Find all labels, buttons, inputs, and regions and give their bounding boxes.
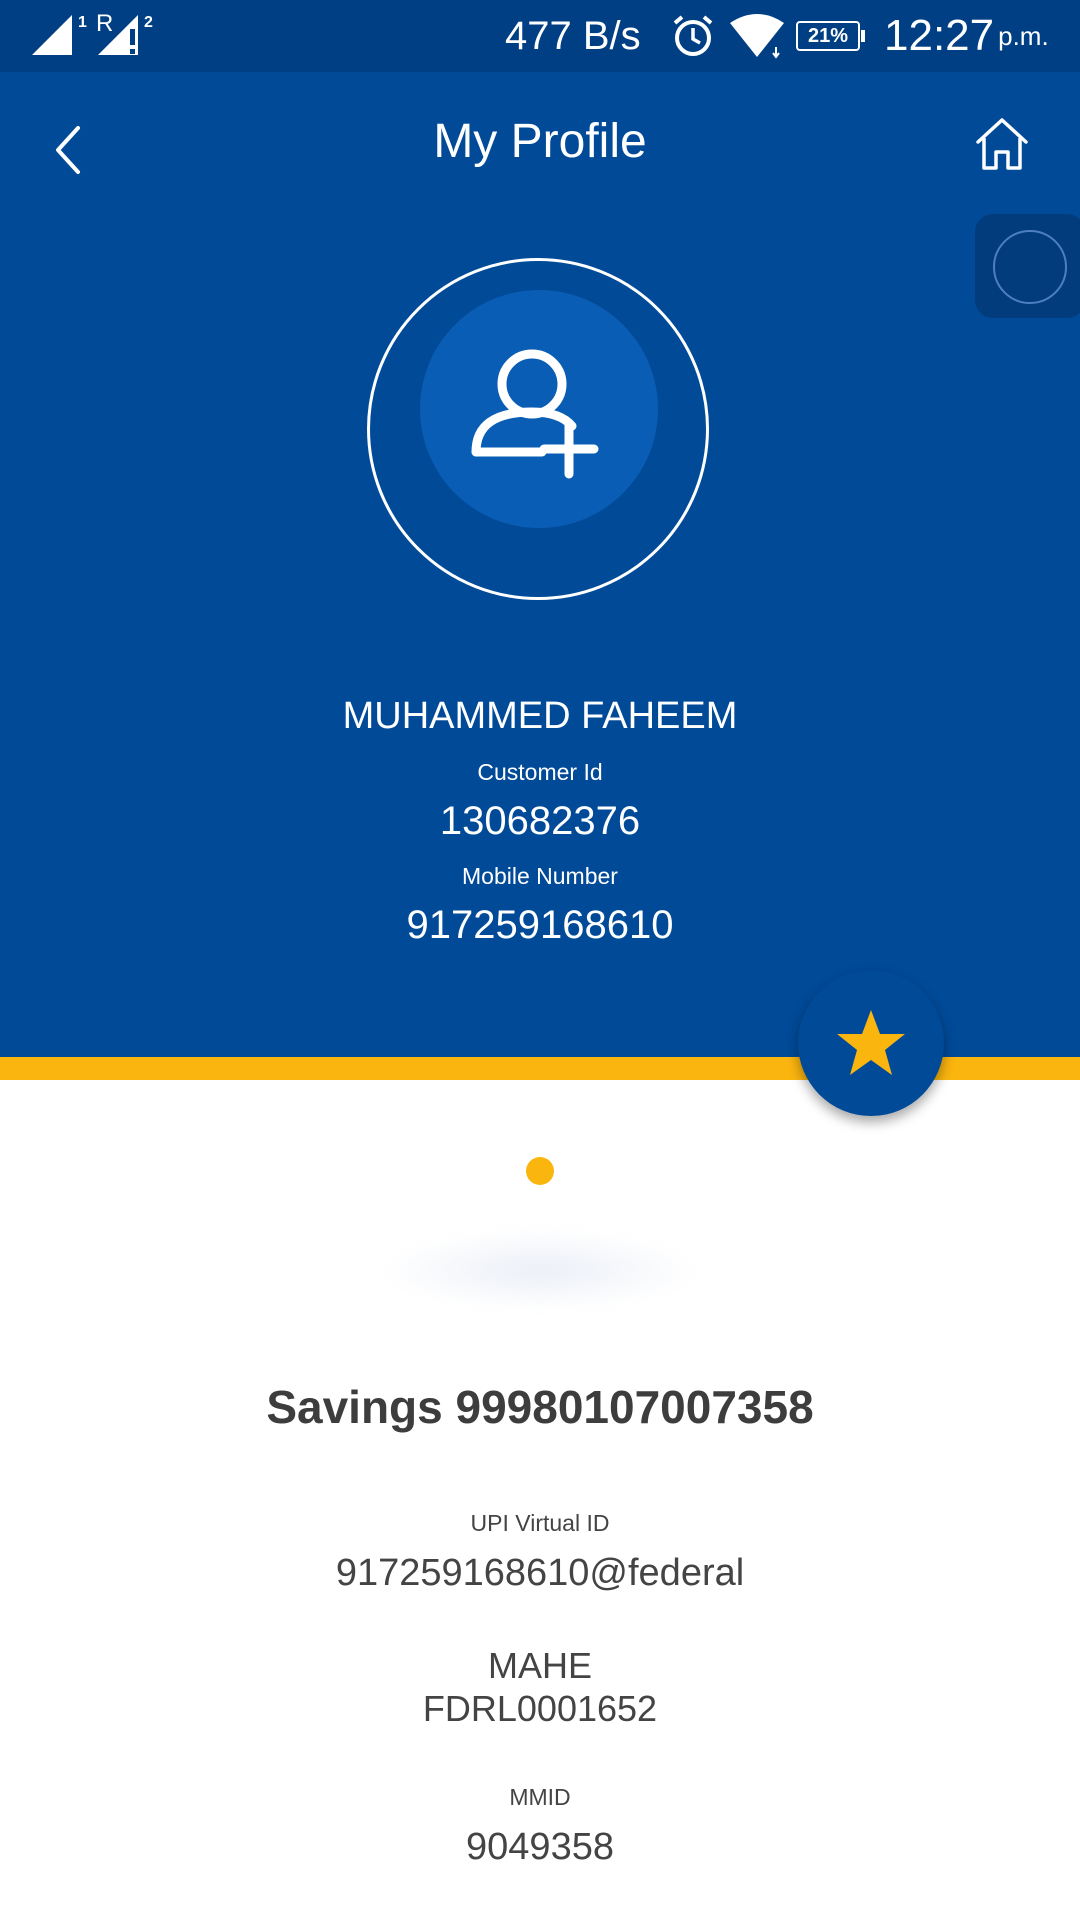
signal-sim1-icon (28, 0, 88, 72)
network-speed: 477 B/s (505, 13, 641, 58)
clock-ampm: p.m. (998, 20, 1049, 51)
upi-label: UPI Virtual ID (470, 1510, 610, 1536)
mobile-number-label: Mobile Number (462, 863, 618, 889)
mobile-number-value: 917259168610 (406, 903, 674, 947)
customer-id-label: Customer Id (477, 759, 603, 785)
clock: 12:27 p.m. (884, 0, 1049, 72)
bank-logo-watermark (380, 1230, 700, 1310)
page-title: My Profile (433, 115, 647, 168)
carousel-page-indicator (526, 1157, 554, 1185)
alarm-icon (670, 0, 716, 72)
upi-id-value: 917259168610@federal (335, 1552, 745, 1594)
battery-percent: 21% (807, 24, 849, 47)
branch-name: MAHE (487, 1645, 592, 1686)
add-user-icon (471, 349, 599, 479)
ifsc-code: FDRL0001652 (422, 1688, 658, 1729)
mmid-label: MMID (509, 1784, 571, 1810)
profile-header: My Profile MUHAMMED FAHEEM Customer Id 1… (0, 72, 1080, 1057)
battery-icon: 21% (796, 0, 865, 72)
clock-time: 12:27 (884, 11, 995, 60)
star-icon (837, 1010, 905, 1075)
sim1-label: 1 (78, 14, 87, 31)
account-title: Savings 99980107007358 (266, 1381, 814, 1433)
home-button[interactable] (972, 114, 1032, 184)
signal-sim2-icon (94, 0, 154, 72)
bubble-ring-icon (993, 230, 1067, 304)
customer-id-value: 130682376 (439, 799, 641, 843)
home-icon (976, 118, 1028, 170)
status-bar: 1 R 2 477 B/s 21% 12:27 p.m. (0, 0, 1080, 72)
mmid-value: 9049358 (466, 1826, 614, 1868)
floating-assistant-bubble[interactable] (975, 214, 1080, 318)
wifi-icon (728, 0, 786, 72)
favorite-button[interactable] (798, 970, 944, 1116)
customer-name: MUHAMMED FAHEEM (342, 695, 738, 737)
add-photo-button[interactable] (420, 290, 658, 528)
sim2-label: 2 (144, 14, 153, 31)
